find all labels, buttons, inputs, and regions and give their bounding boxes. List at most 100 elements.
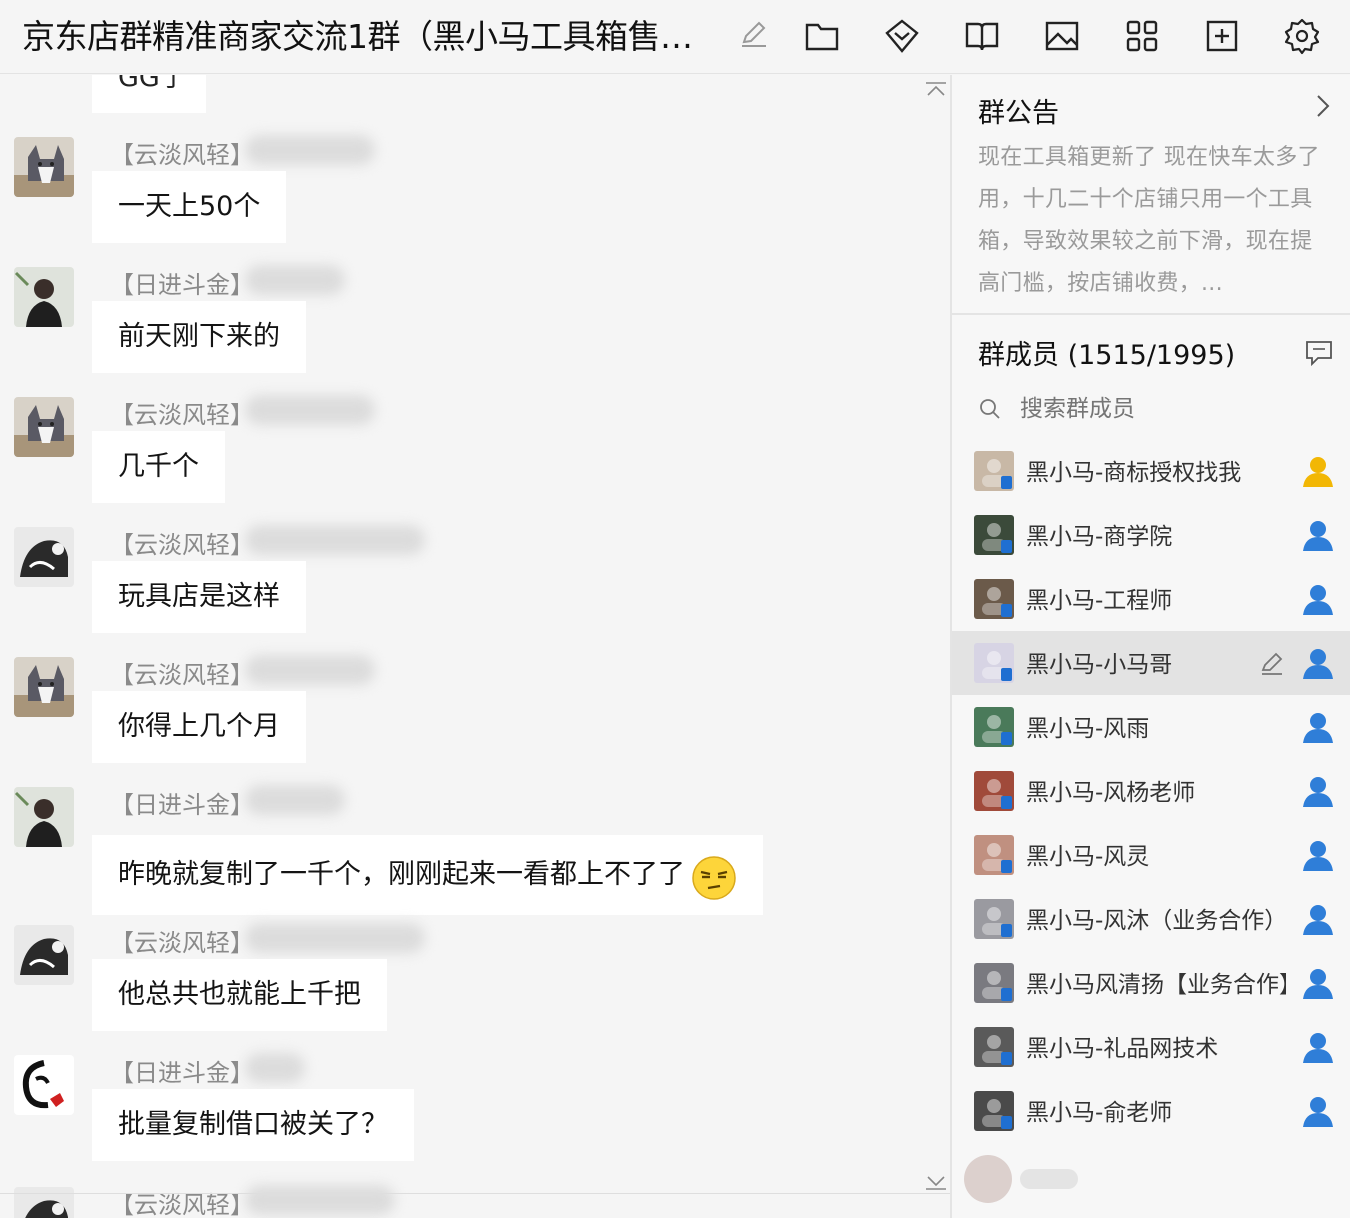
- partial-message-text: GG了: [118, 75, 187, 93]
- admin-person-icon: [1300, 1093, 1336, 1129]
- chat-title: 京东店群精准商家交流1群（黑小马工具箱售后群）: [22, 17, 717, 56]
- sender-name[interactable]: 【日进斗金】: [110, 265, 254, 300]
- member-name: 黑小马-风杨老师: [1026, 780, 1196, 806]
- message-bubble[interactable]: 你得上几个月: [92, 691, 306, 763]
- edit-title-icon[interactable]: [738, 18, 770, 50]
- avatar[interactable]: [14, 397, 74, 457]
- grid-icon[interactable]: [1120, 14, 1164, 58]
- message-bubble[interactable]: 一天上50个: [92, 171, 287, 243]
- admin-person-icon: [1300, 773, 1336, 809]
- member-avatar-partial: [962, 1141, 1082, 1218]
- member-row[interactable]: 黑小马-工程师: [952, 567, 1350, 631]
- member-name: 黑小马-俞老师: [1026, 1100, 1173, 1126]
- member-avatar[interactable]: [974, 643, 1014, 683]
- input-divider: [0, 1193, 950, 1194]
- message-text: 前天刚下来的: [118, 321, 280, 352]
- member-row[interactable]: 黑小马-风杨老师: [952, 759, 1350, 823]
- message-bubble[interactable]: 批量复制借口被关了？: [92, 1089, 414, 1161]
- member-name: 黑小马-风沐（业务合作）: [1026, 908, 1286, 934]
- member-name: 黑小马风清扬【业务合作】: [1026, 972, 1286, 998]
- admin-person-icon: [1300, 837, 1336, 873]
- scroll-down-icon[interactable]: [924, 1172, 948, 1192]
- avatar[interactable]: [14, 1055, 74, 1115]
- admin-person-icon: [1300, 517, 1336, 553]
- message-text: 玩具店是这样: [118, 581, 280, 612]
- member-name: 黑小马-礼品网技术: [1026, 1036, 1219, 1062]
- message-bubble[interactable]: 前天刚下来的: [92, 301, 306, 373]
- member-row[interactable]: 黑小马-风灵: [952, 823, 1350, 887]
- member-avatar[interactable]: [974, 579, 1014, 619]
- member-row[interactable]: 黑小马-商学院: [952, 503, 1350, 567]
- admin-person-icon: [1300, 1029, 1336, 1065]
- message-bubble[interactable]: 玩具店是这样: [92, 561, 306, 633]
- blurred-nickname: [245, 785, 345, 815]
- blurred-nickname: [245, 923, 425, 953]
- blurred-nickname: [245, 395, 375, 425]
- admin-person-icon: [1300, 901, 1336, 937]
- message-text: 他总共也就能上千把: [118, 979, 361, 1010]
- member-avatar[interactable]: [974, 771, 1014, 811]
- avatar[interactable]: [14, 787, 74, 847]
- blurred-nickname: [245, 655, 375, 685]
- avatar[interactable]: [14, 267, 74, 327]
- member-row[interactable]: 黑小马-小马哥: [952, 631, 1350, 695]
- member-avatar[interactable]: [974, 515, 1014, 555]
- member-name: 黑小马-风雨: [1026, 716, 1150, 742]
- blurred-nickname: [245, 1185, 395, 1215]
- chat-message-area[interactable]: [0, 75, 950, 1218]
- admin-person-icon: [1300, 709, 1336, 745]
- member-avatar[interactable]: [974, 963, 1014, 1003]
- owner-person-icon: [1300, 453, 1336, 489]
- sender-name[interactable]: 【云淡风轻】: [110, 923, 254, 958]
- member-name: 黑小马-工程师: [1026, 588, 1173, 614]
- avatar[interactable]: [14, 657, 74, 717]
- notice-title[interactable]: 群公告: [978, 91, 1059, 130]
- member-name: 黑小马-小马哥: [1026, 652, 1173, 678]
- folder-icon[interactable]: [800, 14, 844, 58]
- sender-name[interactable]: 【日进斗金】: [110, 1053, 254, 1088]
- chevron-right-icon[interactable]: [1312, 91, 1334, 121]
- message-bubble[interactable]: 他总共也就能上千把: [92, 959, 387, 1031]
- diamond-icon[interactable]: [880, 14, 924, 58]
- member-avatar[interactable]: [974, 835, 1014, 875]
- gear-icon[interactable]: [1280, 14, 1324, 58]
- message-text: 昨晚就复制了一千个，刚刚起来一看都上不了了: [118, 859, 685, 890]
- message-bubble[interactable]: 几千个: [92, 431, 225, 503]
- avatar[interactable]: [14, 137, 74, 197]
- edit-nickname-icon[interactable]: [1258, 649, 1286, 677]
- member-avatar[interactable]: [974, 707, 1014, 747]
- add-square-icon[interactable]: [1200, 14, 1244, 58]
- member-row[interactable]: 黑小马-礼品网技术: [952, 1015, 1350, 1079]
- sender-name[interactable]: 【云淡风轻】: [110, 655, 254, 690]
- member-row[interactable]: 黑小马-商标授权找我: [952, 439, 1350, 503]
- member-row[interactable]: 黑小马风清扬【业务合作】: [952, 951, 1350, 1015]
- member-row[interactable]: 黑小马-风雨: [952, 695, 1350, 759]
- member-avatar[interactable]: [974, 1091, 1014, 1131]
- admin-person-icon: [1300, 581, 1336, 617]
- avatar[interactable]: [14, 1187, 74, 1218]
- message-bubble[interactable]: 昨晚就复制了一千个，刚刚起来一看都上不了了: [92, 835, 763, 915]
- book-icon[interactable]: [960, 14, 1004, 58]
- avatar[interactable]: [14, 925, 74, 985]
- window-header: 京东店群精准商家交流1群（黑小马工具箱售后群）: [0, 0, 1350, 74]
- member-row[interactable]: 黑小马-风沐（业务合作）: [952, 887, 1350, 951]
- sender-name[interactable]: 【日进斗金】: [110, 785, 254, 820]
- chat-bubble-icon[interactable]: [1304, 337, 1334, 367]
- admin-person-icon: [1300, 965, 1336, 1001]
- member-avatar[interactable]: [974, 1027, 1014, 1067]
- notice-text[interactable]: 现在工具箱更新了 现在快车太多了用，十几二十个店铺只用一个工具箱，导致效果较之前…: [978, 137, 1328, 305]
- member-row[interactable]: 黑小马-俞老师: [952, 1079, 1350, 1143]
- sender-name[interactable]: 【云淡风轻】: [110, 395, 254, 430]
- member-avatar[interactable]: [974, 451, 1014, 491]
- member-avatar[interactable]: [974, 899, 1014, 939]
- member-search-input[interactable]: [1020, 391, 1320, 427]
- scroll-up-icon[interactable]: [924, 80, 948, 100]
- sender-name[interactable]: 【云淡风轻】: [110, 1185, 254, 1218]
- member-name: 黑小马-商标授权找我: [1026, 460, 1242, 486]
- members-title: 群成员 (1515/1995): [978, 340, 1236, 371]
- sender-name[interactable]: 【云淡风轻】: [110, 135, 254, 170]
- blurred-nickname: [245, 525, 425, 555]
- image-icon[interactable]: [1040, 14, 1084, 58]
- sender-name[interactable]: 【云淡风轻】: [110, 525, 254, 560]
- avatar[interactable]: [14, 527, 74, 587]
